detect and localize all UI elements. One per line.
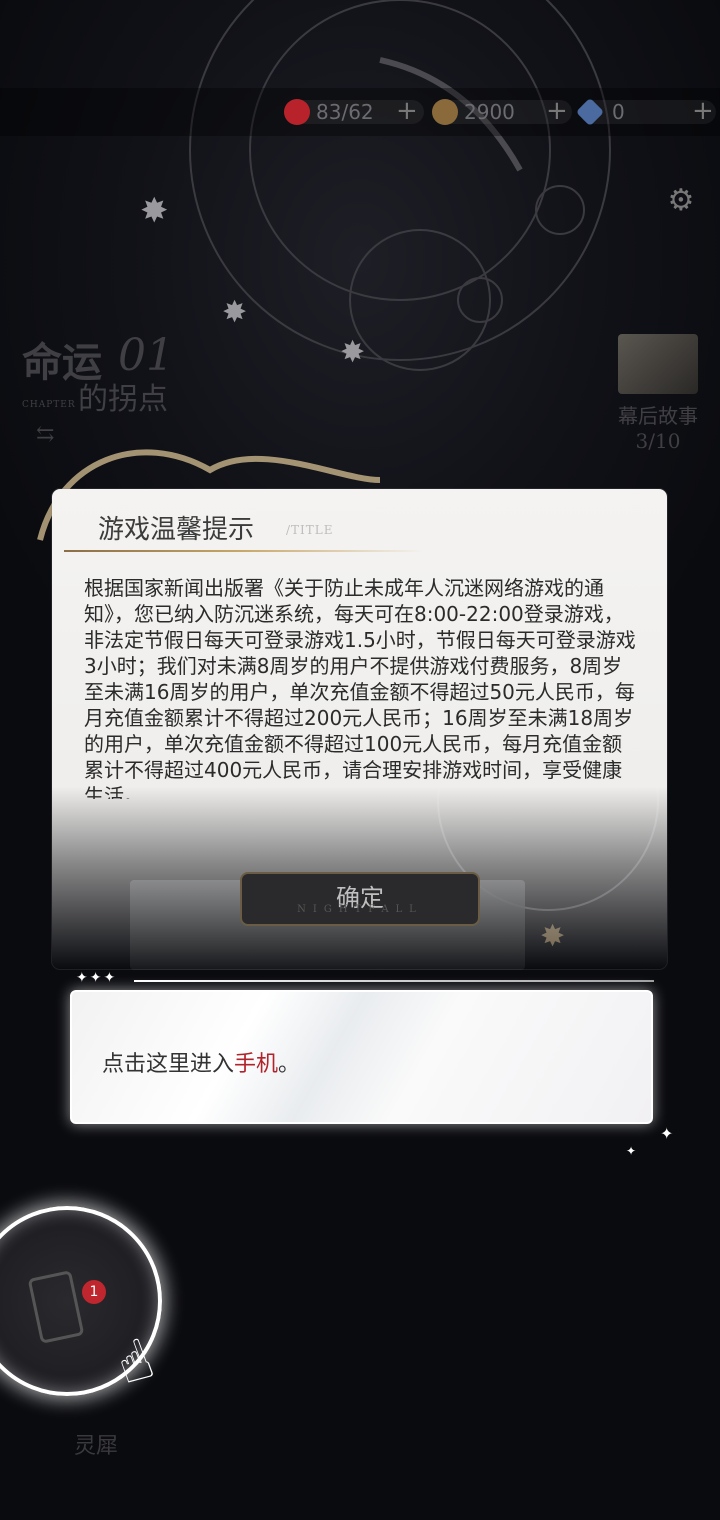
dialog-body-text: 根据国家新闻出版署《关于防止未成年人沉迷网络游戏的通知》，您已纳入防沉迷系统，每… (84, 576, 636, 799)
svg-text:✸: ✸ (340, 335, 365, 370)
coin-icon (432, 99, 458, 125)
phone-label: 灵犀 (74, 1434, 119, 1459)
backstory-thumbnail (618, 334, 698, 394)
guide-highlight: 手机 (234, 1052, 279, 1077)
confirm-sub-label: NIGHTFALL (297, 904, 423, 915)
title-divider (64, 550, 424, 552)
chapter-title[interactable]: 命运 01 的拐点 CHAPTER ⇆ (22, 330, 174, 447)
add-diamond-button[interactable]: + (692, 96, 714, 126)
top-status-bar: 83/62 + 2900 + 0 + (0, 88, 720, 136)
svg-text:✸: ✸ (140, 191, 169, 231)
backstory-progress: 3/10 (635, 429, 681, 453)
stamina-counter: 83/62 (284, 88, 424, 136)
coin-counter: 2900 (432, 88, 572, 136)
gear-icon[interactable]: ⚙ (664, 184, 698, 218)
heart-gem-icon (284, 99, 310, 125)
stamina-value: 83/62 (316, 100, 374, 124)
coin-value: 2900 (464, 100, 515, 124)
guide-tooltip[interactable]: 点击这里进入手机。 (70, 990, 653, 1124)
diamond-counter: 0 (575, 88, 716, 136)
notification-badge: 1 (82, 1280, 106, 1304)
guide-divider (134, 980, 654, 982)
dialog-title: 游戏温馨提示 (98, 515, 255, 545)
add-coin-button[interactable]: + (546, 96, 568, 126)
svg-text:✸: ✸ (222, 295, 247, 330)
backstory-label: 幕后故事 (618, 404, 698, 428)
sparkle-icon: ✦ (660, 1124, 674, 1143)
diamond-value: 0 (612, 100, 625, 124)
guide-text: 点击这里进入手机。 (102, 1052, 301, 1077)
add-stamina-button[interactable]: + (396, 96, 418, 126)
chapter-subtitle: 的拐点 (78, 382, 168, 417)
confirm-button[interactable]: 确定 NIGHTFALL (240, 872, 480, 926)
chapter-label: CHAPTER (22, 400, 76, 410)
backstory-button[interactable]: 幕后故事 3/10 (612, 334, 704, 453)
swap-icon[interactable]: ⇆ (36, 422, 54, 447)
sparkle-icon: ✦ (626, 1144, 637, 1158)
sparkle-icon: ✦✦✦ (76, 970, 118, 986)
dialog-title-sub: /TITLE (286, 523, 334, 537)
